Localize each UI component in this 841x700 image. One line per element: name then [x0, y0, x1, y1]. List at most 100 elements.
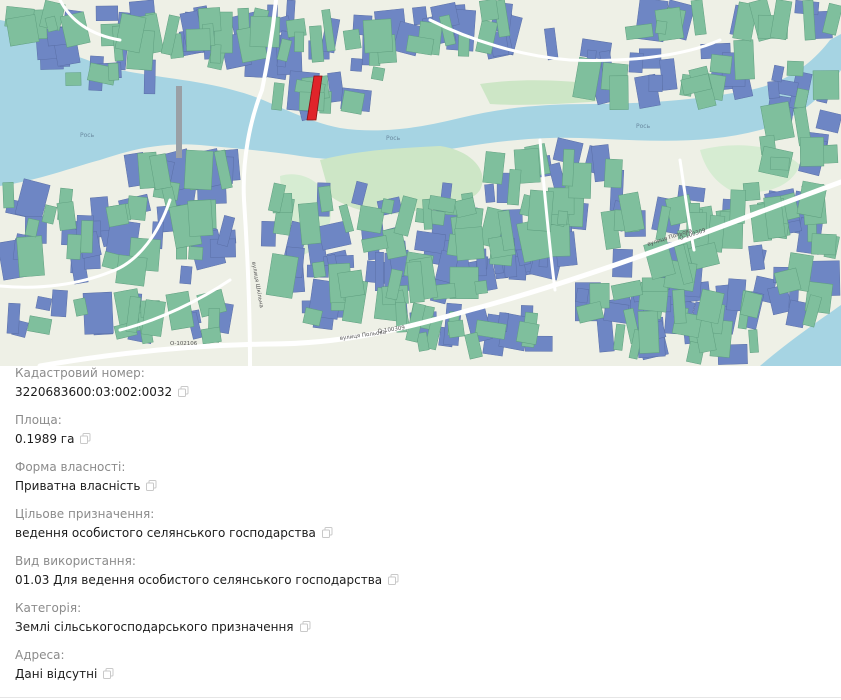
- parcel[interactable]: [603, 158, 623, 189]
- parcel[interactable]: [596, 317, 615, 353]
- parcel[interactable]: [507, 168, 522, 206]
- parcel[interactable]: [297, 202, 322, 246]
- parcel[interactable]: [478, 0, 500, 22]
- parcel[interactable]: [56, 201, 77, 231]
- parcel[interactable]: [188, 246, 204, 261]
- field-value: 01.03 Для ведення особистого селянського…: [15, 573, 399, 588]
- parcel[interactable]: [561, 148, 575, 187]
- field-label: Площа:: [15, 413, 62, 427]
- parcel[interactable]: [95, 5, 119, 21]
- parcel[interactable]: [185, 28, 211, 52]
- parcel[interactable]: [16, 235, 45, 278]
- river-label: Рось: [636, 123, 651, 130]
- parcel[interactable]: [811, 233, 837, 256]
- field-value: ведення особистого селянського господарс…: [15, 526, 333, 541]
- parcel[interactable]: [340, 89, 365, 115]
- parcel[interactable]: [769, 156, 790, 171]
- divider: [0, 697, 841, 698]
- copy-icon[interactable]: [178, 386, 189, 397]
- parcel[interactable]: [337, 269, 365, 299]
- parcel[interactable]: [6, 302, 21, 335]
- parcel[interactable]: [370, 66, 386, 81]
- parcel[interactable]: [474, 280, 488, 295]
- parcel[interactable]: [311, 261, 327, 279]
- parcel[interactable]: [767, 80, 780, 99]
- parcel[interactable]: [50, 289, 68, 318]
- parcel[interactable]: [672, 289, 687, 324]
- parcel[interactable]: [748, 244, 766, 271]
- field-usage: Вид використання: 01.03 Для ведення особ…: [15, 554, 825, 601]
- field-value: 0.1989 га: [15, 432, 91, 447]
- parcel[interactable]: [802, 0, 816, 41]
- parcel[interactable]: [187, 199, 214, 237]
- parcel[interactable]: [414, 230, 447, 255]
- copy-icon[interactable]: [80, 433, 91, 444]
- river-label: Рось: [386, 135, 401, 142]
- parcel[interactable]: [575, 287, 590, 304]
- parcel[interactable]: [516, 320, 540, 345]
- copy-icon[interactable]: [103, 668, 114, 679]
- parcel[interactable]: [454, 226, 485, 261]
- parcel[interactable]: [107, 62, 120, 81]
- field-value: 3220683600:03:002:0032: [15, 385, 189, 400]
- parcel[interactable]: [80, 220, 94, 254]
- parcel[interactable]: [637, 310, 660, 354]
- parcel[interactable]: [200, 326, 222, 345]
- parcel[interactable]: [183, 149, 214, 191]
- field-value: Дані відсутні: [15, 667, 114, 682]
- parcel[interactable]: [482, 151, 506, 185]
- parcel[interactable]: [380, 198, 395, 215]
- parcel[interactable]: [65, 72, 82, 86]
- parcel[interactable]: [356, 205, 385, 234]
- parcel[interactable]: [302, 307, 323, 327]
- parcel[interactable]: [179, 265, 193, 285]
- field-label: Вид використання:: [15, 554, 136, 568]
- field-label: Цільове призначення:: [15, 507, 155, 521]
- parcel[interactable]: [35, 295, 53, 312]
- field-label: Кадастровий номер:: [15, 366, 145, 380]
- field-label: Адреса:: [15, 648, 65, 662]
- parcel[interactable]: [447, 319, 465, 339]
- parcel-info-panel: Кадастровий номер: 3220683600:03:002:003…: [15, 366, 825, 695]
- copy-icon[interactable]: [321, 527, 333, 538]
- parcel[interactable]: [748, 329, 759, 354]
- parcel[interactable]: [654, 20, 668, 35]
- field-category: Категорія: Землі сільськогосподарського …: [15, 601, 825, 648]
- parcel[interactable]: [812, 70, 840, 100]
- cadastral-map[interactable]: Рось Рось Рось О-102106 вулиця Польова О…: [0, 0, 841, 366]
- parcel[interactable]: [260, 220, 277, 247]
- parcel[interactable]: [786, 60, 804, 77]
- field-address: Адреса: Дані відсутні: [15, 648, 825, 695]
- field-label: Форма власності:: [15, 460, 126, 474]
- bridge: [176, 86, 182, 158]
- field-purpose: Цільове призначення: ведення особистого …: [15, 507, 825, 554]
- parcel[interactable]: [628, 52, 644, 74]
- parcel[interactable]: [350, 58, 363, 72]
- parcel[interactable]: [709, 53, 733, 75]
- parcel[interactable]: [557, 210, 569, 226]
- field-value: Приватна власність: [15, 479, 157, 494]
- parcel[interactable]: [294, 31, 305, 53]
- parcel[interactable]: [375, 251, 384, 291]
- field-cadastral-number: Кадастровий номер: 3220683600:03:002:003…: [15, 366, 825, 413]
- copy-icon[interactable]: [146, 480, 157, 491]
- parcel[interactable]: [484, 183, 496, 203]
- parcel[interactable]: [66, 233, 82, 260]
- parcel[interactable]: [5, 14, 40, 47]
- field-ownership: Форма власності: Приватна власність: [15, 460, 825, 507]
- road-label: О-102106: [170, 341, 198, 347]
- copy-icon[interactable]: [299, 621, 311, 632]
- parcel[interactable]: [342, 28, 362, 51]
- parcel[interactable]: [799, 136, 825, 167]
- parcel[interactable]: [210, 44, 222, 64]
- parcel[interactable]: [105, 203, 130, 228]
- field-area: Площа: 0.1989 га: [15, 413, 825, 460]
- parcel[interactable]: [362, 18, 394, 54]
- parcel[interactable]: [609, 75, 629, 110]
- parcel[interactable]: [648, 74, 663, 92]
- parcel[interactable]: [2, 182, 15, 209]
- copy-icon[interactable]: [388, 574, 399, 585]
- river-label: Рось: [80, 132, 95, 139]
- parcel[interactable]: [527, 189, 554, 232]
- parcel[interactable]: [733, 39, 755, 80]
